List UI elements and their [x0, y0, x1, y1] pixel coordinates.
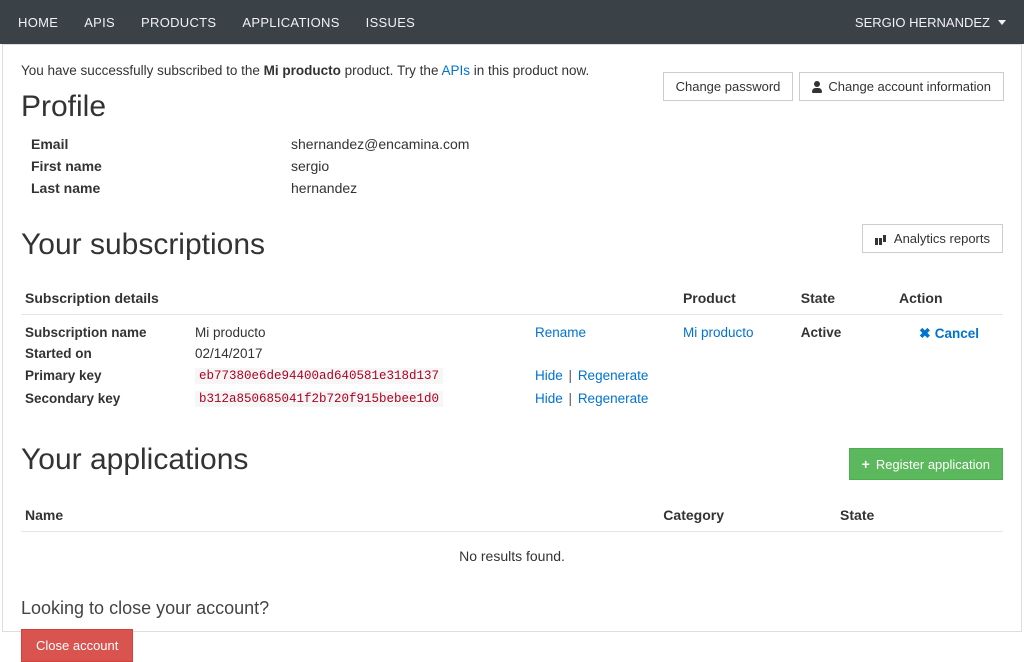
register-application-button[interactable]: + Register application [849, 448, 1003, 480]
close-account-button[interactable]: Close account [21, 629, 133, 662]
applications-table: Name Category State No results found. [21, 499, 1003, 580]
subscriptions-header: Your subscriptions Analytics reports [21, 224, 1003, 274]
close-account-question: Looking to close your account? [21, 598, 1003, 619]
success-pre: You have successfully subscribed to the [21, 63, 264, 78]
subscription-name-label: Subscription name [25, 325, 195, 340]
profile-top-actions: Change password Change account informati… [663, 72, 1004, 101]
subscription-product-link[interactable]: Mi producto [683, 325, 754, 340]
pipe: | [569, 368, 573, 383]
change-password-button[interactable]: Change password [663, 72, 794, 101]
success-mid: product. Try the [341, 63, 442, 78]
started-on-value: 02/14/2017 [195, 346, 535, 361]
cancel-subscription-link[interactable]: ✖ Cancel [919, 325, 979, 342]
analytics-icon [875, 231, 888, 246]
no-results: No results found. [21, 532, 1003, 581]
secondary-hide-link[interactable]: Hide [535, 391, 563, 406]
top-navigation: HOME APIS PRODUCTS APPLICATIONS ISSUES S… [0, 0, 1024, 44]
secondary-regenerate-link[interactable]: Regenerate [578, 391, 649, 406]
nav-left: HOME APIS PRODUCTS APPLICATIONS ISSUES [18, 15, 415, 30]
primary-key-value: eb77380e6de94400ad640581e318d137 [195, 368, 443, 384]
apps-empty-row: No results found. [21, 532, 1003, 581]
subscription-state: Active [801, 325, 842, 340]
nav-user-name: SERGIO HERNANDEZ [855, 15, 990, 30]
nav-applications[interactable]: APPLICATIONS [242, 15, 339, 30]
applications-header: Your applications + Register application [21, 439, 1003, 489]
nav-apis[interactable]: APIS [84, 15, 115, 30]
primary-key-label: Primary key [25, 368, 195, 383]
subscriptions-table: Subscription details Product State Actio… [21, 282, 1003, 411]
nav-issues[interactable]: ISSUES [366, 15, 415, 30]
success-post: in this product now. [470, 63, 589, 78]
subscription-details-grid: Subscription name Mi producto Rename Sta… [25, 325, 675, 407]
close-account-section: Looking to close your account? Close acc… [21, 598, 1003, 662]
caret-down-icon [998, 20, 1006, 25]
subscriptions-title: Your subscriptions [21, 228, 265, 262]
col-action: Action [895, 282, 1003, 315]
profile-grid: Email shernandez@encamina.com First name… [21, 136, 1003, 196]
email-value: shernandez@encamina.com [291, 136, 1003, 152]
firstname-value: sergio [291, 158, 1003, 174]
change-account-button[interactable]: Change account information [799, 72, 1004, 101]
primary-regenerate-link[interactable]: Regenerate [578, 368, 649, 383]
plus-icon: + [862, 456, 870, 472]
page-body: Change password Change account informati… [2, 44, 1022, 632]
apps-col-state: State [836, 499, 1003, 532]
secondary-key-value: b312a850685041f2b720f915bebee1d0 [195, 391, 443, 407]
apps-col-name: Name [21, 499, 659, 532]
subscription-row: Subscription name Mi producto Rename Sta… [21, 315, 1003, 412]
register-label: Register application [876, 457, 990, 472]
nav-products[interactable]: PRODUCTS [141, 15, 216, 30]
apps-col-category: Category [659, 499, 836, 532]
secondary-key-label: Secondary key [25, 391, 195, 406]
started-on-label: Started on [25, 346, 195, 361]
success-product: Mi producto [264, 63, 341, 78]
cancel-icon: ✖ [919, 325, 931, 342]
analytics-reports-button[interactable]: Analytics reports [862, 224, 1003, 253]
pipe: | [569, 391, 573, 406]
rename-link[interactable]: Rename [535, 325, 586, 340]
subscription-name-value: Mi producto [195, 325, 535, 340]
lastname-label: Last name [31, 180, 291, 196]
cancel-label: Cancel [935, 326, 979, 341]
success-apis-link[interactable]: APIs [441, 63, 470, 78]
nav-user-menu[interactable]: SERGIO HERNANDEZ [855, 15, 1006, 30]
applications-title: Your applications [21, 443, 248, 477]
col-state: State [797, 282, 895, 315]
user-icon [812, 81, 822, 93]
lastname-value: hernandez [291, 180, 1003, 196]
col-subscription-details: Subscription details [21, 282, 679, 315]
nav-home[interactable]: HOME [18, 15, 58, 30]
primary-hide-link[interactable]: Hide [535, 368, 563, 383]
analytics-label: Analytics reports [894, 231, 990, 246]
email-label: Email [31, 136, 291, 152]
change-account-label: Change account information [828, 79, 991, 94]
col-product: Product [679, 282, 797, 315]
firstname-label: First name [31, 158, 291, 174]
